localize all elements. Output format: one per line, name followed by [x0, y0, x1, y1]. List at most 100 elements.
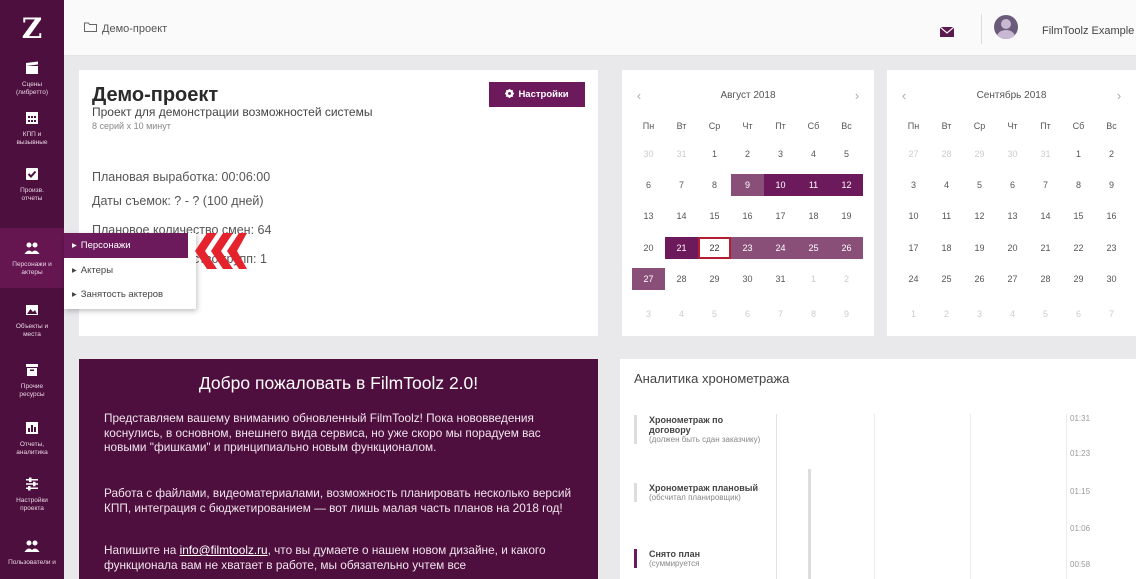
calendar-day[interactable]: 28: [930, 143, 963, 165]
app-logo[interactable]: Z: [0, 0, 64, 56]
prev-month-button[interactable]: ‹: [887, 88, 921, 103]
calendar-day[interactable]: 31: [1029, 143, 1062, 165]
calendar-day[interactable]: 10: [764, 174, 797, 196]
calendar-day[interactable]: 21: [665, 237, 698, 259]
calendar-day[interactable]: 7: [665, 174, 698, 196]
calendar-day[interactable]: 27: [897, 143, 930, 165]
calendar-day[interactable]: 15: [1062, 205, 1095, 227]
calendar-day[interactable]: 9: [830, 303, 863, 325]
calendar-day[interactable]: 23: [1095, 237, 1128, 259]
sidebar-item-resources[interactable]: Прочие ресурсы: [0, 362, 64, 406]
sidebar-item-reports[interactable]: Произв. отчеты: [0, 166, 64, 210]
avatar[interactable]: [994, 15, 1018, 39]
calendar-day[interactable]: 22: [698, 237, 731, 259]
calendar-day[interactable]: 26: [963, 268, 996, 290]
calendar-day[interactable]: 15: [698, 205, 731, 227]
calendar-day[interactable]: 3: [963, 303, 996, 325]
menu-item-characters[interactable]: ▸ Персонажи: [64, 233, 188, 258]
calendar-day[interactable]: 20: [996, 237, 1029, 259]
calendar-day[interactable]: 26: [830, 237, 863, 259]
calendar-day[interactable]: 27: [632, 268, 665, 290]
calendar-day[interactable]: 16: [1095, 205, 1128, 227]
sidebar-item-analytics[interactable]: Отчеты, аналитика: [0, 420, 64, 464]
next-month-button[interactable]: ›: [1102, 88, 1136, 103]
calendar-day[interactable]: 1: [1062, 143, 1095, 165]
calendar-day[interactable]: 8: [797, 303, 830, 325]
prev-month-button[interactable]: ‹: [622, 88, 656, 103]
calendar-day[interactable]: 9: [731, 174, 764, 196]
calendar-day[interactable]: 31: [665, 143, 698, 165]
calendar-day[interactable]: 9: [1095, 174, 1128, 196]
calendar-day[interactable]: 12: [830, 174, 863, 196]
calendar-day[interactable]: 18: [797, 205, 830, 227]
calendar-day[interactable]: 19: [963, 237, 996, 259]
calendar-day[interactable]: 2: [830, 268, 863, 290]
next-month-button[interactable]: ›: [840, 88, 874, 103]
calendar-day[interactable]: 8: [698, 174, 731, 196]
menu-item-actors[interactable]: ▸ Актеры: [64, 258, 196, 283]
calendar-day[interactable]: 22: [1062, 237, 1095, 259]
calendar-day[interactable]: 21: [1029, 237, 1062, 259]
calendar-day[interactable]: 1: [797, 268, 830, 290]
calendar-day[interactable]: 16: [731, 205, 764, 227]
calendar-day[interactable]: 3: [632, 303, 665, 325]
calendar-day[interactable]: 5: [698, 303, 731, 325]
calendar-day[interactable]: 6: [731, 303, 764, 325]
settings-button[interactable]: Настройки: [489, 82, 585, 107]
calendar-day[interactable]: 7: [764, 303, 797, 325]
calendar-day[interactable]: 14: [1029, 205, 1062, 227]
sidebar-item-objects[interactable]: Объекты и места: [0, 302, 64, 346]
calendar-day[interactable]: 12: [963, 205, 996, 227]
sidebar-item-project-settings[interactable]: Настройки проекта: [0, 476, 64, 520]
user-name[interactable]: FilmToolz Example: [1042, 25, 1134, 37]
calendar-day[interactable]: 18: [930, 237, 963, 259]
calendar-day[interactable]: 4: [665, 303, 698, 325]
sidebar-item-scenes[interactable]: Сцены (либретто): [0, 60, 64, 104]
breadcrumb[interactable]: Демо-проект: [84, 22, 167, 35]
calendar-day[interactable]: 30: [996, 143, 1029, 165]
email-link[interactable]: info@filmtoolz.ru: [180, 543, 268, 557]
calendar-day[interactable]: 10: [897, 205, 930, 227]
calendar-day[interactable]: 8: [1062, 174, 1095, 196]
calendar-day[interactable]: 5: [963, 174, 996, 196]
calendar-day[interactable]: 13: [632, 205, 665, 227]
calendar-day[interactable]: 24: [764, 237, 797, 259]
calendar-day[interactable]: 28: [665, 268, 698, 290]
calendar-day[interactable]: 2: [731, 143, 764, 165]
calendar-day[interactable]: 14: [665, 205, 698, 227]
calendar-day[interactable]: 1: [897, 303, 930, 325]
menu-item-actor-availability[interactable]: ▸ Занятость актеров: [64, 282, 196, 307]
calendar-day[interactable]: 5: [830, 143, 863, 165]
calendar-day[interactable]: 25: [930, 268, 963, 290]
calendar-day[interactable]: 27: [996, 268, 1029, 290]
calendar-day[interactable]: 11: [930, 205, 963, 227]
calendar-day[interactable]: 30: [731, 268, 764, 290]
calendar-day[interactable]: 24: [897, 268, 930, 290]
sidebar-item-kpp[interactable]: КПП и вызывные: [0, 110, 64, 154]
calendar-day[interactable]: 25: [797, 237, 830, 259]
calendar-day[interactable]: 28: [1029, 268, 1062, 290]
calendar-day[interactable]: 3: [897, 174, 930, 196]
calendar-day[interactable]: 13: [996, 205, 1029, 227]
calendar-day[interactable]: 4: [930, 174, 963, 196]
calendar-day[interactable]: 6: [1062, 303, 1095, 325]
calendar-day[interactable]: 17: [897, 237, 930, 259]
sidebar-item-users[interactable]: Пользователи и: [0, 538, 64, 579]
calendar-day[interactable]: 1: [698, 143, 731, 165]
calendar-day[interactable]: 20: [632, 237, 665, 259]
mail-icon[interactable]: [939, 24, 955, 42]
calendar-day[interactable]: 6: [996, 174, 1029, 196]
calendar-day[interactable]: 23: [731, 237, 764, 259]
calendar-day[interactable]: 7: [1095, 303, 1128, 325]
calendar-day[interactable]: 29: [1062, 268, 1095, 290]
calendar-day[interactable]: 17: [764, 205, 797, 227]
sidebar-item-characters[interactable]: Персонажи и актеры: [0, 228, 64, 288]
calendar-day[interactable]: 5: [1029, 303, 1062, 325]
calendar-day[interactable]: 11: [797, 174, 830, 196]
calendar-day[interactable]: 29: [698, 268, 731, 290]
calendar-day[interactable]: 4: [797, 143, 830, 165]
calendar-day[interactable]: 2: [1095, 143, 1128, 165]
calendar-day[interactable]: 6: [632, 174, 665, 196]
calendar-day[interactable]: 30: [632, 143, 665, 165]
calendar-day[interactable]: 31: [764, 268, 797, 290]
